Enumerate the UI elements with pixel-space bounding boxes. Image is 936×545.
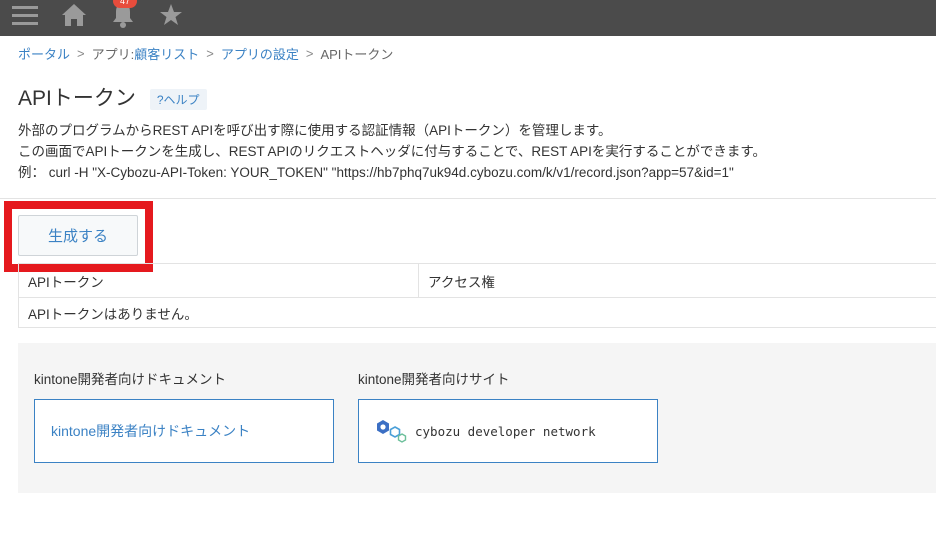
description: 外部のプログラムからREST APIを呼び出す際に使用する認証情報（APIトーク… [18,120,766,183]
breadcrumb-app-link[interactable]: 顧客リスト [134,44,199,63]
api-token-table: APIトークン アクセス権 APIトークンはありません。 [18,263,936,328]
column-header-token: APIトークン [19,264,419,297]
cybozu-developer-network-logo[interactable]: cybozu developer network [375,418,596,444]
menu-icon[interactable] [10,0,40,30]
notification-badge: 47 [113,0,137,8]
table-header-row: APIトークン アクセス権 [18,263,936,298]
divider [0,198,936,199]
help-link[interactable]: ?ヘルプ [149,88,207,110]
page-title: APIトークン [18,87,136,110]
site-link[interactable]: cybozu developer network [415,424,596,439]
breadcrumb-separator: > [305,46,314,61]
docs-label: kintone開発者向けドキュメント [34,372,227,387]
empty-message: APIトークンはありません。 [28,306,198,322]
table-row: APIトークンはありません。 [18,298,936,328]
cdn-logo-icon [377,420,407,443]
title-row: APIトークン ?ヘルプ [18,82,207,112]
site-link-card[interactable]: cybozu developer network [358,399,658,463]
site-block: kintone開発者向けサイト cybozu developer network [358,368,658,463]
breadcrumb-current: APIトークン [320,47,394,62]
docs-link[interactable]: kintone開発者向けドキュメント [51,421,250,441]
home-icon[interactable] [58,0,90,30]
generate-button[interactable]: 生成する [18,215,138,256]
breadcrumb-portal-link[interactable]: ポータル [18,44,70,63]
docs-link-card[interactable]: kintone開発者向けドキュメント [34,399,334,463]
breadcrumb-separator: > [206,46,214,61]
developer-resources-panel: kintone開発者向けドキュメント kintone開発者向けドキュメント ki… [18,343,936,493]
column-header-access: アクセス権 [428,274,495,290]
docs-block: kintone開発者向けドキュメント kintone開発者向けドキュメント [34,368,334,463]
top-navigation-bar: 47 [0,0,936,36]
breadcrumb-separator: > [77,46,85,61]
breadcrumb-app-prefix: アプリ: [91,47,135,62]
breadcrumb-app-settings-link[interactable]: アプリの設定 [221,44,299,63]
description-line: この画面でAPIトークンを生成し、REST APIのリクエストヘッダに付与するこ… [18,144,767,159]
site-label: kintone開発者向けサイト [358,372,510,387]
description-line: 外部のプログラムからREST APIを呼び出す際に使用する認証情報（APIトーク… [18,123,612,138]
description-example: 例： curl -H "X-Cybozu-API-Token: YOUR_TOK… [18,165,734,180]
star-icon[interactable] [156,0,186,30]
breadcrumb: ポータル > アプリ: 顧客リスト > アプリの設定 > APIトークン [18,44,393,63]
